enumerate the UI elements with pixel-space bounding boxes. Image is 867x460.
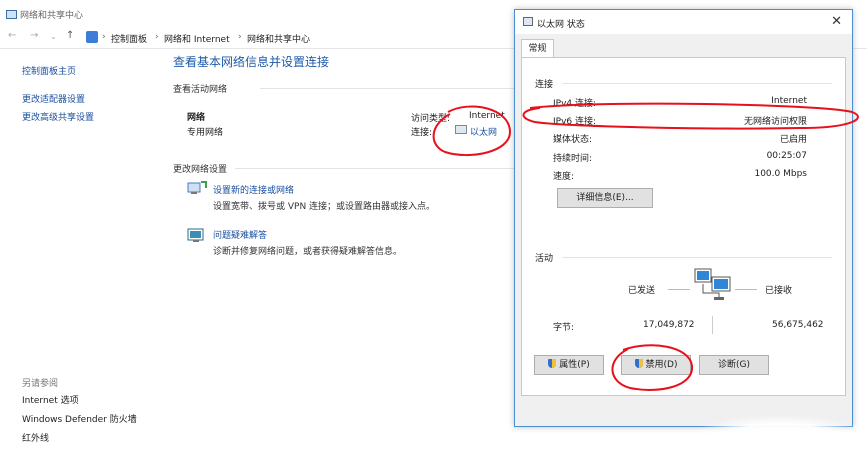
up-arrow-icon[interactable]: ↑: [66, 30, 74, 41]
general-tab-panel: 连接 IPv4 连接: Internet IPv6 连接: 无网络访问权限 媒体…: [521, 57, 846, 396]
received-label: 已接收: [765, 286, 793, 296]
setup-connection-link[interactable]: 设置新的连接或网络: [213, 183, 294, 196]
breadcrumb-separator-icon: ›: [155, 32, 159, 42]
breadcrumb-network-internet[interactable]: 网络和 Internet: [164, 32, 230, 45]
active-networks-label: 查看活动网络: [173, 85, 228, 95]
activity-group-label: 活动: [535, 254, 554, 264]
change-settings-label: 更改网络设置: [173, 165, 228, 175]
window-title: 网络和共享中心: [6, 8, 83, 21]
connection-group-label: 连接: [535, 80, 554, 90]
disable-button[interactable]: 禁用(D): [621, 355, 691, 375]
details-button[interactable]: 详细信息(E)...: [557, 188, 653, 208]
properties-button[interactable]: 属性(P): [534, 355, 604, 375]
divider: [712, 316, 713, 334]
received-activity-line: [735, 289, 757, 290]
connection-label: 连接:: [411, 128, 433, 138]
setup-connection-desc: 设置宽带、拨号或 VPN 连接；或设置路由器或接入点。: [213, 202, 436, 212]
access-type-label: 访问类型:: [411, 114, 451, 124]
bytes-received-value: 56,675,462: [772, 320, 824, 330]
network-type: 专用网络: [187, 128, 224, 138]
diagnose-button[interactable]: 诊断(G): [699, 355, 769, 375]
sent-activity-line: [668, 289, 690, 290]
media-state-label: 媒体状态:: [553, 135, 593, 145]
divider: [562, 83, 832, 84]
speed-label: 速度:: [553, 172, 575, 182]
close-icon[interactable]: ✕: [831, 14, 842, 29]
uac-shield-icon: [634, 359, 643, 368]
uac-shield-icon: [548, 359, 557, 368]
ipv4-label: IPv4 连接:: [553, 99, 597, 109]
see-also-label: 另请参阅: [22, 379, 59, 389]
speed-value: 100.0 Mbps: [754, 169, 807, 179]
new-connection-icon: [187, 181, 207, 194]
watermark-blur: [700, 416, 860, 452]
page-title: 查看基本网络信息并设置连接: [173, 55, 330, 69]
disable-button-label: 禁用(D): [645, 360, 678, 370]
breadcrumb-separator-icon: ›: [102, 32, 106, 42]
network-name: 网络: [187, 113, 206, 123]
network-center-icon: [6, 10, 17, 19]
tab-general[interactable]: 常规: [521, 39, 554, 58]
dialog-title-bar: 以太网 状态 ✕: [515, 10, 852, 34]
troubleshoot-icon: [187, 228, 204, 242]
ethernet-icon: [455, 125, 467, 134]
sidebar-home-link[interactable]: 控制面板主页: [22, 64, 76, 77]
network-activity-icon: [694, 268, 731, 300]
dialog-title: 以太网 状态: [537, 20, 585, 30]
breadcrumb-separator-icon: ›: [238, 32, 242, 42]
see-also-firewall[interactable]: Windows Defender 防火墙: [22, 412, 137, 425]
ipv4-value: Internet: [771, 96, 807, 106]
ethernet-status-dialog: 以太网 状态 ✕ 常规 连接 IPv4 连接: Internet IPv6 连接…: [514, 9, 853, 427]
troubleshoot-link[interactable]: 问题疑难解答: [213, 228, 267, 241]
properties-button-label: 属性(P): [559, 360, 590, 370]
divider: [235, 168, 514, 169]
sidebar-link-adapter-settings[interactable]: 更改适配器设置: [22, 92, 85, 105]
back-arrow-icon[interactable]: ←: [8, 30, 16, 41]
bytes-label: 字节:: [553, 323, 575, 333]
window-title-text: 网络和共享中心: [20, 11, 84, 21]
sent-label: 已发送: [628, 286, 656, 296]
ethernet-connection-link[interactable]: 以太网: [470, 125, 497, 138]
duration-label: 持续时间:: [553, 154, 593, 164]
control-panel-icon: [86, 31, 98, 43]
troubleshoot-desc: 诊断并修复网络问题，或者获得疑难解答信息。: [213, 247, 403, 257]
duration-value: 00:25:07: [766, 151, 807, 161]
forward-arrow-icon[interactable]: →: [30, 30, 38, 41]
breadcrumb-sharing-center[interactable]: 网络和共享中心: [247, 32, 310, 45]
recent-chevron-icon[interactable]: ⌄: [50, 32, 57, 41]
see-also-internet-options[interactable]: Internet 选项: [22, 393, 79, 406]
ethernet-icon: [523, 17, 533, 26]
breadcrumb-control-panel[interactable]: 控制面板: [111, 32, 147, 45]
sidebar-link-advanced-sharing[interactable]: 更改高级共享设置: [22, 110, 94, 123]
bytes-sent-value: 17,049,872: [643, 320, 695, 330]
divider: [562, 257, 832, 258]
see-also-infrared[interactable]: 红外线: [22, 431, 49, 444]
divider: [260, 88, 514, 89]
ipv6-value: 无网络访问权限: [743, 117, 807, 127]
ipv6-label: IPv6 连接:: [553, 117, 597, 127]
media-state-value: 已启用: [779, 135, 807, 145]
access-type-value: Internet: [469, 111, 505, 121]
